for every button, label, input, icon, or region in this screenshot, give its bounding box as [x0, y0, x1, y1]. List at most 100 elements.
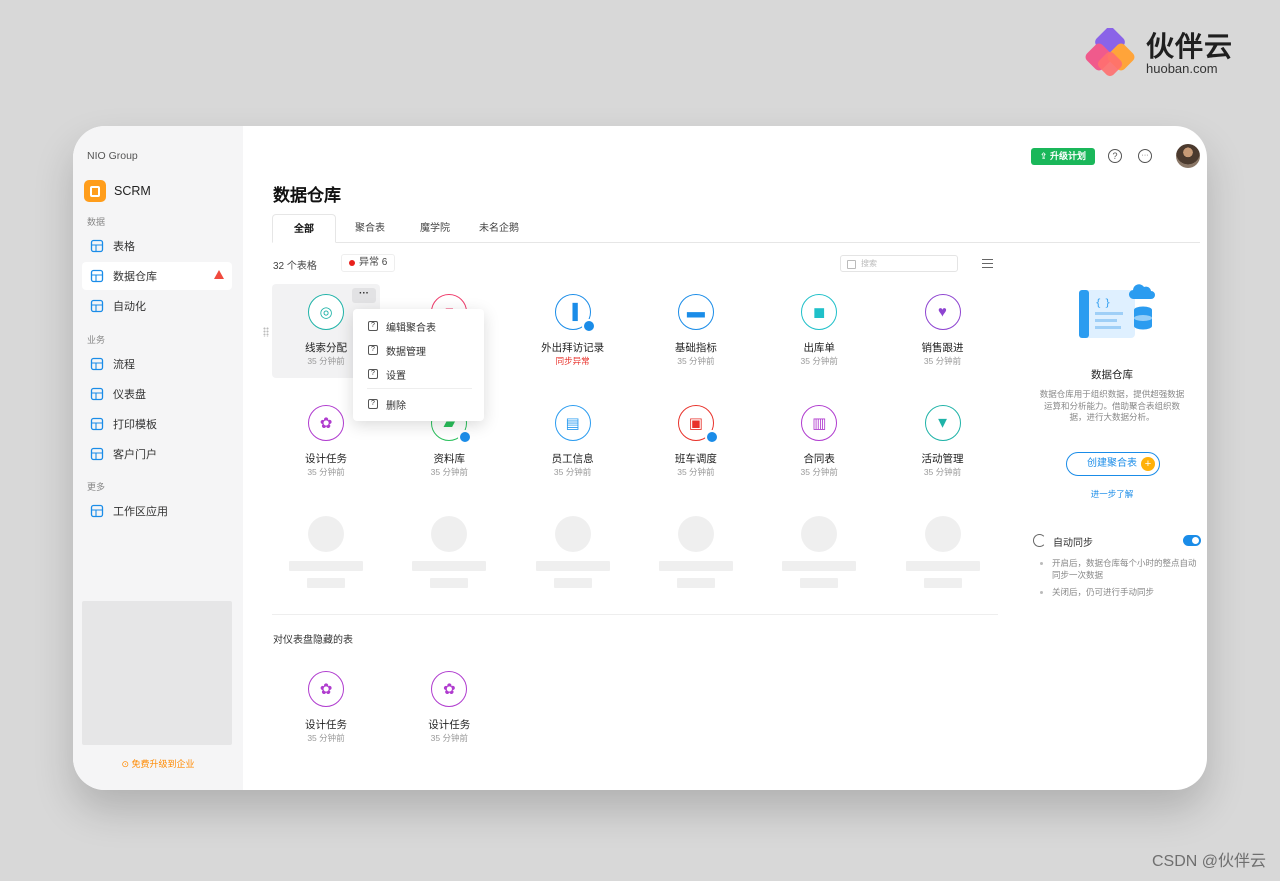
- table-card[interactable]: ▣ 班车调度 35 分钟前: [642, 395, 750, 489]
- panel-description: 数据仓库用于组织数据，提供超强数据运算和分析能力。借助聚合表组织数据，进行大数据…: [1039, 389, 1185, 422]
- menu-item-data-manage[interactable]: ? 数据管理: [368, 341, 426, 359]
- card-status: 35 分钟前: [923, 356, 962, 366]
- card-title: 设计任务: [428, 719, 471, 731]
- table-card[interactable]: ▬ 基础指标 35 分钟前: [642, 284, 750, 378]
- svg-text:{ }: { }: [1095, 298, 1111, 309]
- brand-name: 伙伴云: [1146, 31, 1234, 62]
- upgrade-enterprise-link[interactable]: ⊙ 免费升级到企业: [73, 757, 243, 770]
- brand: 伙伴云 huoban.com: [1084, 28, 1233, 80]
- tab-aggregate[interactable]: 聚合表: [343, 214, 397, 243]
- skeleton-line: [535, 561, 610, 571]
- card-title: 活动管理: [921, 453, 964, 465]
- menu-item-edit[interactable]: ? 编辑聚合表: [368, 317, 436, 335]
- help-icon[interactable]: ?: [1108, 149, 1122, 163]
- card-status: 35 分钟前: [307, 467, 345, 477]
- sidebar-item[interactable]: 流程: [82, 350, 232, 378]
- chart-pie-icon: [90, 387, 104, 401]
- table-count: 32 个表格: [273, 261, 317, 272]
- app-icon: [84, 180, 106, 202]
- card-title: 销售跟进: [921, 342, 964, 354]
- help-square-icon: ?: [368, 321, 378, 331]
- menu-item-settings[interactable]: ? 设置: [368, 365, 406, 383]
- sync-badge-icon: [458, 430, 473, 444]
- sidebar-item[interactable]: 工作区应用: [82, 497, 232, 525]
- card-more-button[interactable]: ···: [352, 288, 376, 303]
- card-status: 35 分钟前: [430, 467, 468, 477]
- sync-badge-icon: [704, 430, 719, 444]
- avatar[interactable]: [1176, 144, 1200, 168]
- card-status: 35 分钟前: [923, 467, 962, 477]
- abnormal-filter[interactable]: 异常 6: [341, 254, 396, 272]
- menu-item-delete[interactable]: ? 删除: [368, 395, 406, 413]
- skeleton-line: [923, 578, 962, 588]
- sidebar-item-label: 仪表盘: [113, 389, 146, 401]
- table-icon: ▼: [924, 405, 961, 441]
- table-icon: ▣: [677, 405, 719, 444]
- brand-domain: huoban.com: [1146, 61, 1218, 76]
- sidebar-item[interactable]: 数据仓库: [82, 262, 232, 290]
- table-card[interactable]: ✿ 设计任务 35 分钟前: [395, 661, 503, 755]
- table-icon: ✿: [431, 671, 468, 707]
- app-switcher[interactable]: SCRM: [84, 180, 151, 202]
- table-icon: ◎: [308, 294, 344, 330]
- skeleton-line: [658, 561, 733, 571]
- promo-banner[interactable]: [82, 601, 232, 745]
- skeleton-line: [905, 561, 980, 571]
- drag-handle-icon[interactable]: [263, 327, 269, 337]
- tab-weiming[interactable]: 未名企鹅: [470, 214, 528, 243]
- card-title: 员工信息: [551, 453, 594, 465]
- learn-more-link[interactable]: 进一步了解: [1023, 488, 1201, 500]
- upgrade-plan-button[interactable]: ⇪ 升级计划: [1031, 148, 1096, 165]
- table-card[interactable]: ▤ 员工信息 35 分钟前: [519, 395, 627, 489]
- warning-icon: [214, 270, 224, 279]
- context-menu: ? 编辑聚合表 ? 数据管理 ? 设置 ? 删除: [353, 309, 484, 421]
- sidebar-item[interactable]: 仪表盘: [82, 380, 232, 408]
- table-icon: ▤: [554, 405, 591, 441]
- sidebar-item[interactable]: 打印模板: [82, 410, 232, 438]
- table-card[interactable]: ▐ 外出拜访记录 同步异常: [519, 284, 627, 378]
- card-title: 资料库: [433, 453, 466, 465]
- skeleton-line: [782, 561, 857, 571]
- skeleton-line: [307, 578, 345, 588]
- skeleton-icon: [554, 516, 591, 552]
- card-status: 35 分钟前: [677, 356, 715, 366]
- app-name: SCRM: [114, 184, 151, 198]
- sidebar-item[interactable]: 自动化: [82, 292, 232, 320]
- flow-icon: [90, 357, 104, 371]
- section-label-business: 业务: [87, 335, 106, 345]
- skeleton-line: [289, 561, 363, 571]
- table-card[interactable]: ▼ 活动管理 35 分钟前: [889, 395, 997, 489]
- skeleton-icon: [801, 516, 838, 552]
- tab-all[interactable]: 全部: [272, 214, 336, 243]
- sidebar-item[interactable]: 表格: [82, 232, 232, 260]
- skeleton-icon: [677, 516, 714, 552]
- table-card[interactable]: ✿ 设计任务 35 分钟前: [272, 661, 380, 755]
- table-card[interactable]: ♥ 销售跟进 35 分钟前: [889, 284, 997, 378]
- apps-grid-icon: [90, 504, 104, 518]
- help-square-icon: ?: [368, 369, 378, 379]
- tab-moxueyuan[interactable]: 魔学院: [408, 214, 462, 243]
- search-input[interactable]: 搜索: [840, 255, 958, 272]
- table-card[interactable]: ◼ 出库单 35 分钟前: [765, 284, 873, 378]
- sidebar-item[interactable]: 客户门户: [82, 440, 232, 468]
- list-view-icon[interactable]: [982, 259, 993, 268]
- table-icon: ✿: [308, 405, 344, 441]
- more-options-icon[interactable]: ···: [1138, 149, 1152, 163]
- table-icon: ♥: [924, 294, 961, 330]
- skeleton-icon: [308, 516, 344, 552]
- table-icon: [90, 239, 104, 253]
- hidden-section-title: 对仪表盘隐藏的表: [273, 635, 353, 646]
- auto-sync-toggle[interactable]: [1183, 535, 1201, 546]
- table-card[interactable]: ▥ 合同表 35 分钟前: [765, 395, 873, 489]
- create-aggregate-button[interactable]: 创建聚合表: [1066, 452, 1160, 476]
- org-name: NIO Group: [87, 150, 138, 162]
- skeleton-line: [553, 578, 592, 588]
- printer-icon: [90, 417, 104, 431]
- card-status: 35 分钟前: [553, 467, 592, 477]
- auto-sync-label: 自动同步: [1033, 534, 1093, 549]
- sync-note: 关闭后，仍可进行手动同步: [1040, 587, 1198, 599]
- card-title: 班车调度: [674, 453, 717, 465]
- skeleton-icon: [924, 516, 961, 552]
- card-status: 35 分钟前: [677, 467, 715, 477]
- divider: [272, 614, 998, 615]
